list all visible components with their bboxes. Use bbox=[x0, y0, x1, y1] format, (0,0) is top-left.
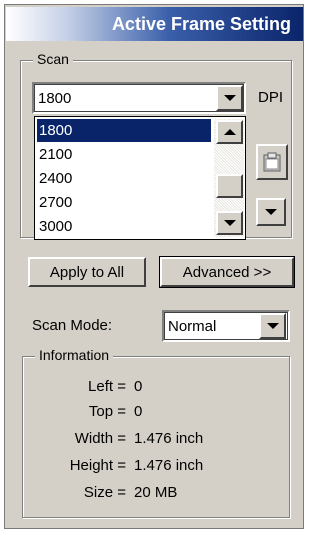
chevron-down-icon bbox=[223, 220, 236, 226]
scan-group-legend: Scan bbox=[33, 51, 73, 67]
dpi-dropdown-button[interactable] bbox=[216, 85, 243, 111]
info-row-left: Left = 0 bbox=[6, 378, 286, 398]
advanced-button[interactable]: Advanced >> bbox=[159, 256, 295, 288]
info-key: Height = bbox=[69, 457, 126, 474]
dpi-select-value: 1800 bbox=[38, 89, 72, 107]
chevron-down-icon bbox=[266, 323, 279, 329]
scan-mode-label: Scan Mode: bbox=[32, 317, 113, 334]
scroll-thumb[interactable] bbox=[216, 174, 243, 198]
clipboard-icon bbox=[263, 152, 281, 172]
dpi-option[interactable]: 1800 bbox=[37, 119, 211, 142]
hidden-dropdown-button[interactable] bbox=[256, 198, 286, 226]
info-row-height: Height = 1.476 inch bbox=[6, 457, 286, 477]
apply-to-all-button[interactable]: Apply to All bbox=[28, 257, 146, 287]
info-row-width: Width = 1.476 inch bbox=[6, 430, 286, 450]
dpi-option[interactable]: 3000 bbox=[37, 215, 211, 238]
dpi-option[interactable]: 2400 bbox=[37, 167, 211, 190]
info-value: 0 bbox=[134, 403, 143, 420]
dpi-select[interactable]: 1800 bbox=[32, 82, 246, 114]
panel-title-bar: Active Frame Setting bbox=[6, 7, 303, 41]
information-group-legend: Information bbox=[35, 347, 114, 363]
info-value: 0 bbox=[134, 378, 143, 395]
dpi-option[interactable]: 2100 bbox=[37, 143, 211, 166]
info-key: Width = bbox=[74, 430, 126, 447]
info-row-size: Size = 20 MB bbox=[6, 484, 286, 504]
info-key: Size = bbox=[83, 484, 126, 501]
dpi-unit-label: DPI bbox=[258, 89, 284, 106]
clipboard-button[interactable] bbox=[256, 144, 288, 180]
advanced-label: Advanced >> bbox=[182, 263, 272, 281]
info-row-top: Top = 0 bbox=[6, 403, 286, 423]
chevron-down-icon bbox=[223, 95, 236, 101]
chevron-down-icon bbox=[265, 209, 277, 215]
scan-mode-dropdown-button[interactable] bbox=[259, 313, 286, 339]
scroll-up-button[interactable] bbox=[216, 120, 243, 144]
apply-to-all-label: Apply to All bbox=[49, 263, 125, 281]
chevron-up-icon bbox=[223, 129, 236, 135]
scroll-down-button[interactable] bbox=[216, 211, 243, 235]
dpi-options-list: 1800 2100 2400 2700 3000 bbox=[34, 116, 246, 240]
info-value: 1.476 inch bbox=[134, 457, 204, 474]
dpi-option[interactable]: 2700 bbox=[37, 191, 211, 214]
info-value: 20 MB bbox=[134, 484, 178, 501]
info-key: Left = bbox=[88, 378, 126, 395]
panel-title: Active Frame Setting bbox=[111, 13, 291, 34]
info-value: 1.476 inch bbox=[134, 430, 204, 447]
info-key: Top = bbox=[88, 403, 126, 420]
scan-mode-value: Normal bbox=[168, 317, 217, 335]
